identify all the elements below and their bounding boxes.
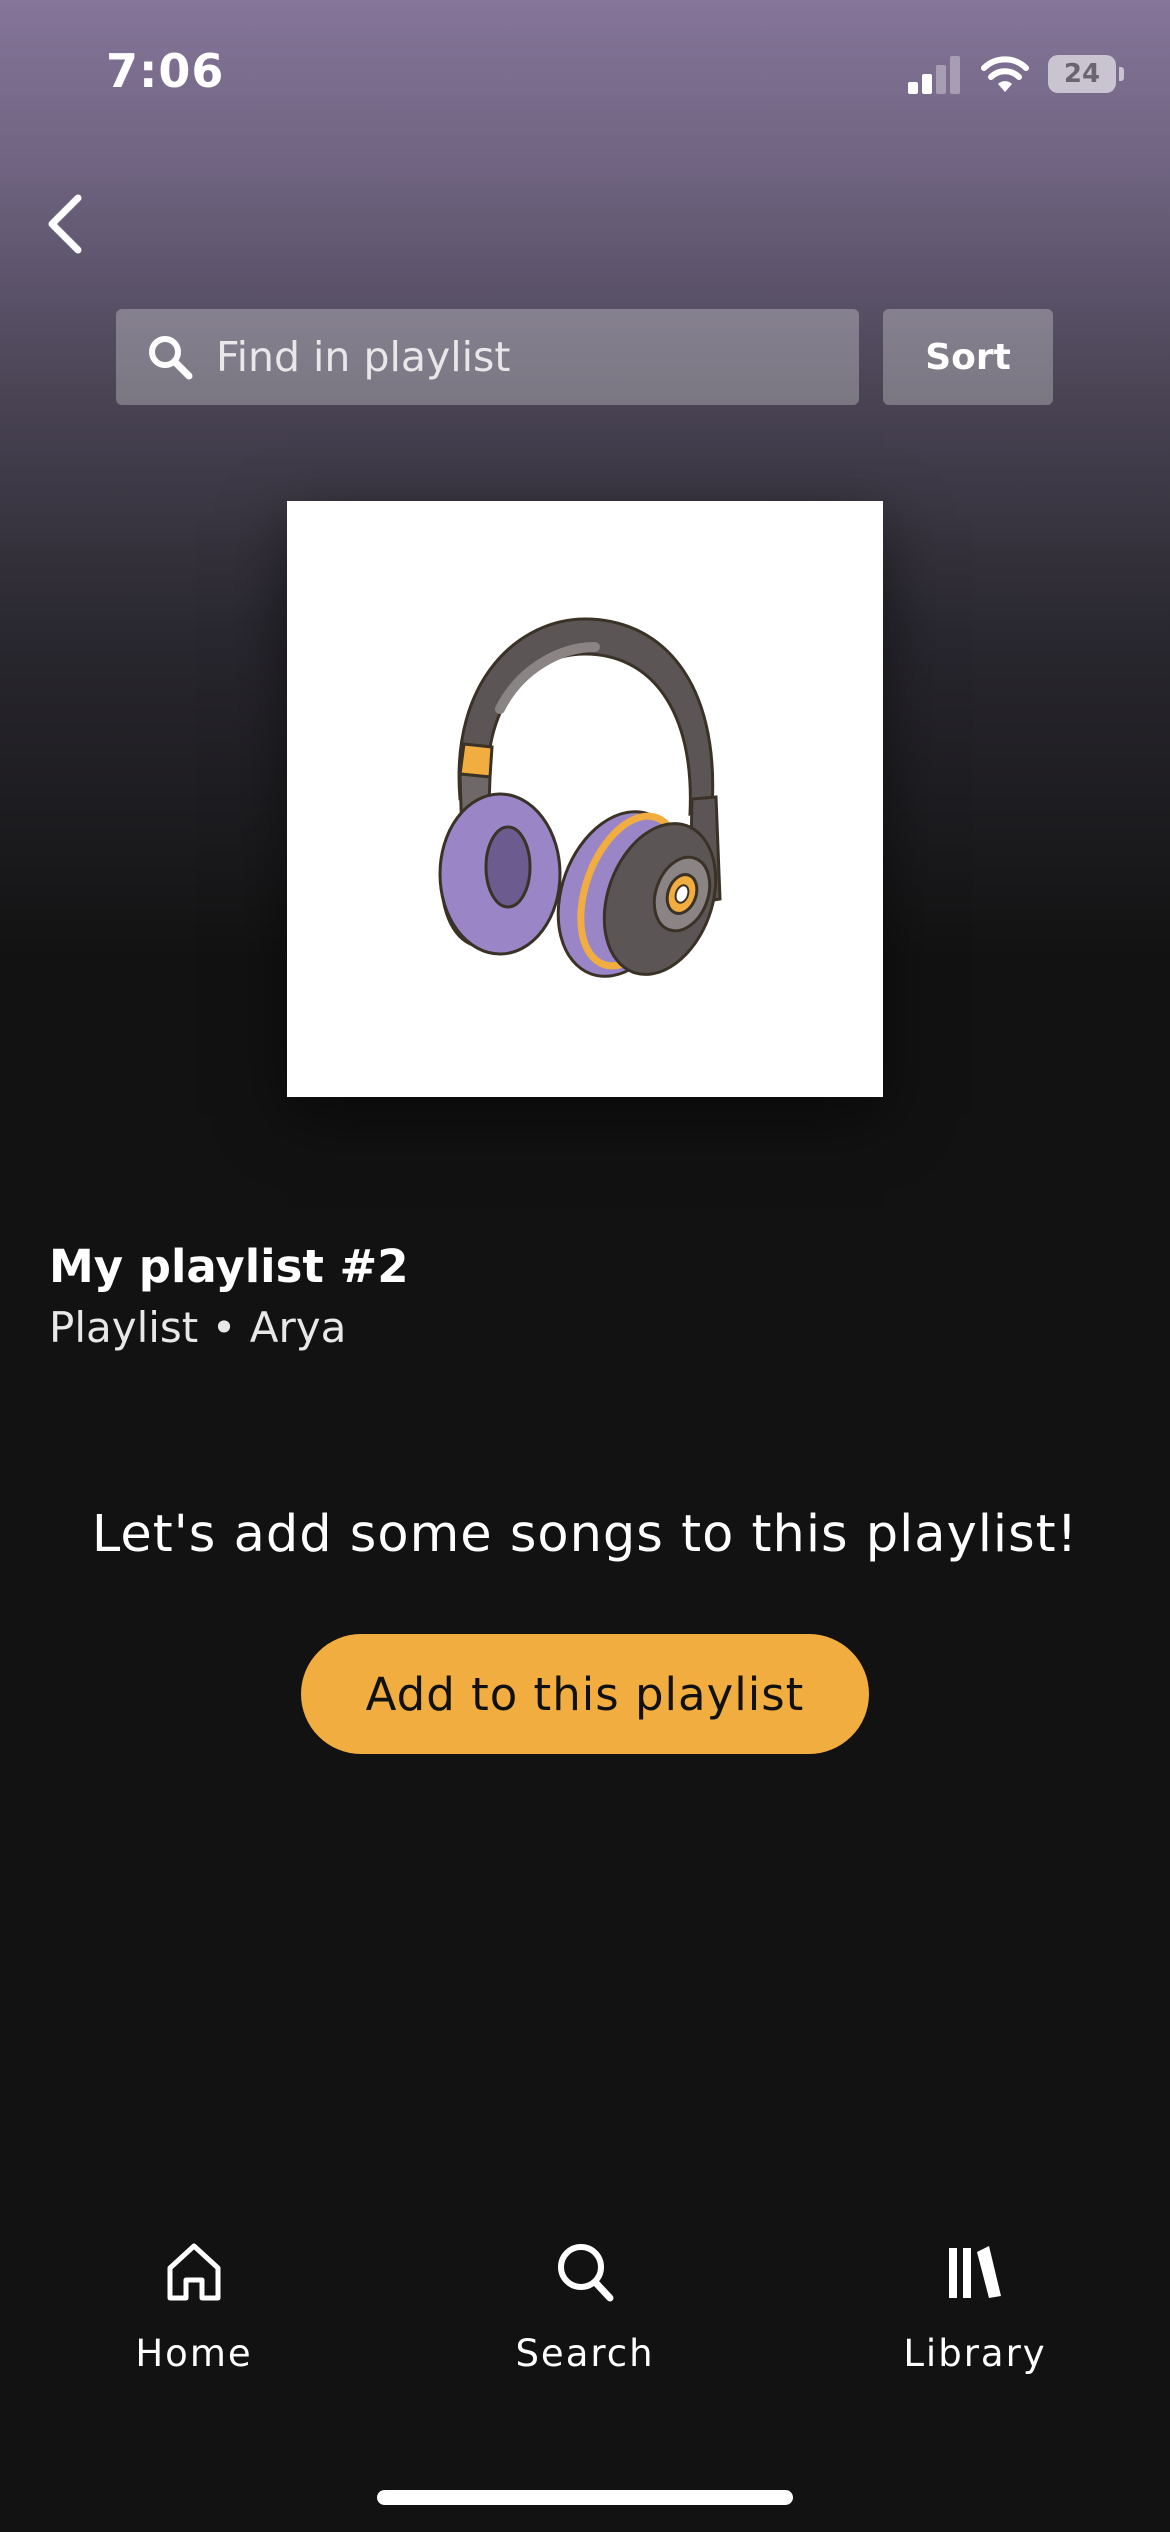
wifi-icon: [981, 56, 1029, 92]
home-indicator: [377, 2490, 793, 2505]
headphones-icon: [438, 617, 722, 978]
playlist-cover: [287, 501, 883, 1097]
nav-item-home[interactable]: Home: [64, 2240, 324, 2375]
search-bar[interactable]: [116, 309, 859, 405]
battery-icon: 24: [1048, 55, 1124, 93]
nav-item-search[interactable]: Search: [455, 2240, 715, 2375]
cellular-signal-icon: [908, 56, 960, 94]
battery-tip: [1119, 67, 1124, 81]
back-button[interactable]: [30, 182, 100, 266]
empty-playlist-message: Let's add some songs to this playlist!: [91, 1505, 1079, 1564]
home-icon: [167, 2243, 221, 2301]
search-icon: [149, 336, 193, 380]
search-icon: [558, 2244, 614, 2302]
nav-label-library: Library: [903, 2332, 1047, 2375]
status-icons: 24: [906, 54, 1124, 94]
chevron-left-icon: [48, 194, 82, 254]
nav-item-library[interactable]: Library: [845, 2240, 1105, 2375]
sort-button[interactable]: Sort: [883, 309, 1053, 405]
library-icon: [949, 2246, 1001, 2298]
nav-label-home: Home: [135, 2332, 253, 2375]
playlist-title: My playlist #2: [49, 1240, 409, 1293]
nav-label-search: Search: [515, 2332, 655, 2375]
status-time: 7:06: [106, 44, 225, 98]
add-to-playlist-button[interactable]: Add to this playlist: [301, 1634, 869, 1754]
battery-level: 24: [1063, 59, 1101, 89]
playlist-subtitle: Playlist • Arya: [49, 1303, 347, 1352]
search-input[interactable]: [216, 333, 816, 381]
